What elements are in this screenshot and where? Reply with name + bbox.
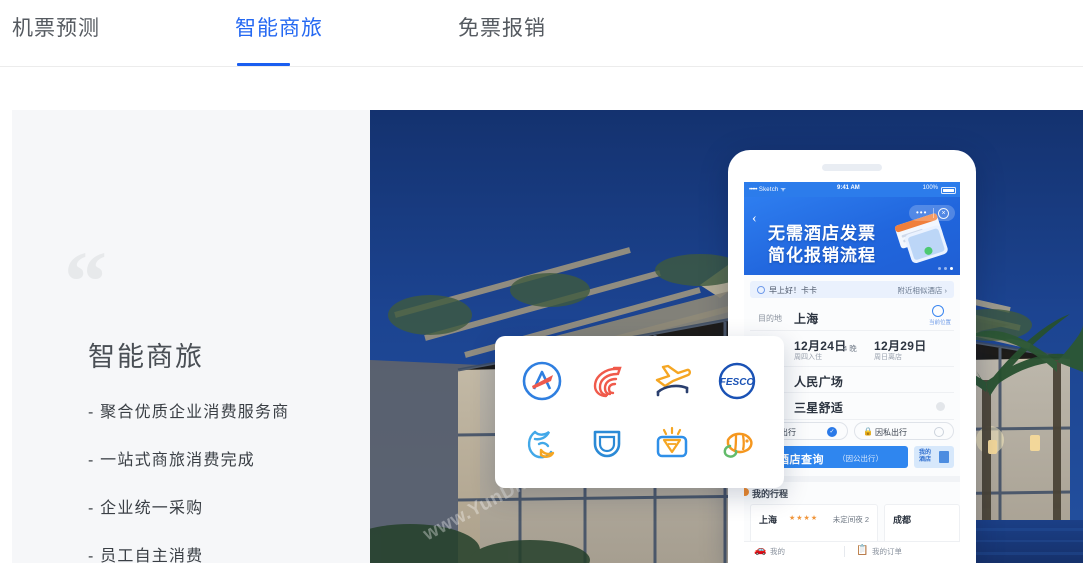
- banner-line-2: 简化报销流程: [768, 246, 876, 265]
- invoice-phone-illustration: [894, 213, 948, 264]
- tab-bar: 机票预测 智能商旅 免票报销: [0, 0, 1083, 72]
- trip-nights: 未定间夜 2: [832, 515, 869, 524]
- promo-banner[interactable]: ‹ 无需酒店发票 简化报销流程 ••• ×: [744, 197, 960, 275]
- trip-city: 成都: [893, 515, 912, 525]
- nights-count: 4 晚: [843, 344, 857, 353]
- trip-card[interactable]: 成都: [884, 504, 960, 544]
- battery-icon: [941, 186, 956, 194]
- clear-icon[interactable]: [936, 402, 945, 411]
- back-chevron-icon[interactable]: ‹: [752, 211, 757, 227]
- tab-bar-divider: [0, 66, 1083, 67]
- my-trips-heading: 我的行程: [744, 487, 788, 500]
- red-swirl-bird-logo[interactable]: [583, 357, 631, 405]
- wifi-icon: ᯤ: [780, 187, 786, 193]
- close-icon[interactable]: ×: [938, 208, 949, 219]
- trip-stars: ★★★★: [789, 515, 819, 522]
- bottom-nav-label[interactable]: 我的订单: [872, 546, 902, 557]
- hotel-search-label: 酒店查询: [778, 454, 824, 466]
- trip-city: 上海: [759, 515, 778, 525]
- carrier-label: Sketch: [758, 187, 779, 193]
- area-value: 人民广场: [794, 375, 844, 389]
- left-quote-panel: “ 智能商旅 - 聚合优质企业消费服务商 - 一站式商旅消费完成 - 企业统一采…: [12, 110, 370, 563]
- checkin-day: 周四入住: [794, 354, 822, 361]
- trip-card[interactable]: 上海 ★★★★ 未定间夜 2: [750, 504, 878, 544]
- status-time: 9:41 AM: [837, 185, 860, 191]
- hotel-search-sublabel: （因公出行）: [838, 454, 883, 463]
- tab-invoice-free-reimbursement[interactable]: 免票报销: [458, 12, 546, 66]
- diamond-shine-logo[interactable]: [648, 419, 696, 467]
- destination-value: 上海: [794, 312, 819, 326]
- tab-smart-business-travel[interactable]: 智能商旅: [235, 12, 323, 66]
- phone-speaker: [822, 164, 882, 171]
- didi-cup-logo[interactable]: [583, 419, 631, 467]
- private-travel-option[interactable]: 🔒 因私出行: [854, 422, 954, 440]
- lock-icon: 🔒: [863, 427, 873, 436]
- banner-actions: ••• ×: [909, 205, 955, 221]
- feature-bullet: - 企业统一采购: [88, 500, 204, 517]
- feature-bullet: - 一站式商旅消费完成: [88, 452, 255, 469]
- divider: [844, 546, 845, 557]
- svg-text:FESCO: FESCO: [720, 377, 755, 388]
- dolphin-logo[interactable]: [518, 419, 566, 467]
- star-value: 三星舒适: [794, 401, 844, 415]
- car-icon[interactable]: 🚗: [754, 545, 766, 556]
- trip-dot-icon: [744, 488, 749, 496]
- airplane-takeoff-logo[interactable]: [648, 357, 696, 405]
- carousel-dots: [938, 267, 953, 270]
- check-icon: ✓: [827, 427, 837, 437]
- destination-row[interactable]: 目的地 上海 当前位置: [750, 303, 954, 331]
- my-hotel-button[interactable]: 我的 酒店: [914, 446, 954, 468]
- partner-logo-card: FESCO: [495, 336, 784, 488]
- bottom-nav-label[interactable]: 我的: [770, 546, 785, 557]
- panel-title: 智能商旅: [88, 342, 204, 372]
- partner-logo-grid: FESCO: [509, 350, 770, 474]
- status-battery-label: 100%: [922, 185, 938, 191]
- greeting-bar[interactable]: 早上好！卡卡 附近相似酒店 ›: [750, 281, 954, 298]
- radio-icon: [934, 427, 944, 437]
- clownfish-logo[interactable]: [713, 419, 761, 467]
- tab-flight-forecast[interactable]: 机票预测: [12, 12, 100, 66]
- sun-icon: [757, 285, 765, 294]
- fesco-logo[interactable]: FESCO: [713, 357, 761, 405]
- destination-label: 目的地: [758, 314, 782, 323]
- private-travel-label: 因私出行: [875, 428, 907, 437]
- status-bar: ••••• Sketch ᯤ 9:41 AM 100%: [744, 182, 960, 197]
- airline-compass-logo[interactable]: [518, 357, 566, 405]
- bottom-nav: 🚗 我的 📋 我的订单: [744, 541, 960, 563]
- my-hotel-label: 我的 酒店: [919, 450, 932, 463]
- order-icon[interactable]: 📋: [856, 545, 868, 556]
- feature-bullet: - 员工自主消费: [88, 548, 204, 563]
- status-carrier: ••••• Sketch ᯤ: [749, 185, 786, 193]
- checkout-day: 周日离店: [874, 354, 902, 361]
- nearby-hotels-link[interactable]: 附近相似酒店 ›: [897, 285, 947, 296]
- page-root: 机票预测 智能商旅 免票报销 “ 智能商旅 - 聚合优质企业消费服务商 - 一站…: [0, 0, 1083, 563]
- greeting-text: 早上好！卡卡: [769, 286, 817, 295]
- locate-icon[interactable]: [932, 305, 944, 317]
- quote-mark-icon: “: [64, 233, 107, 329]
- feature-bullet: - 聚合优质企业消费服务商: [88, 404, 290, 421]
- hotel-building-icon: [939, 451, 949, 463]
- more-dots-icon[interactable]: •••: [916, 209, 927, 217]
- locate-label: 当前位置: [928, 320, 951, 326]
- tab-active-underline: [237, 63, 290, 66]
- signal-dots-icon: •••••: [749, 187, 758, 193]
- divider: [933, 208, 934, 218]
